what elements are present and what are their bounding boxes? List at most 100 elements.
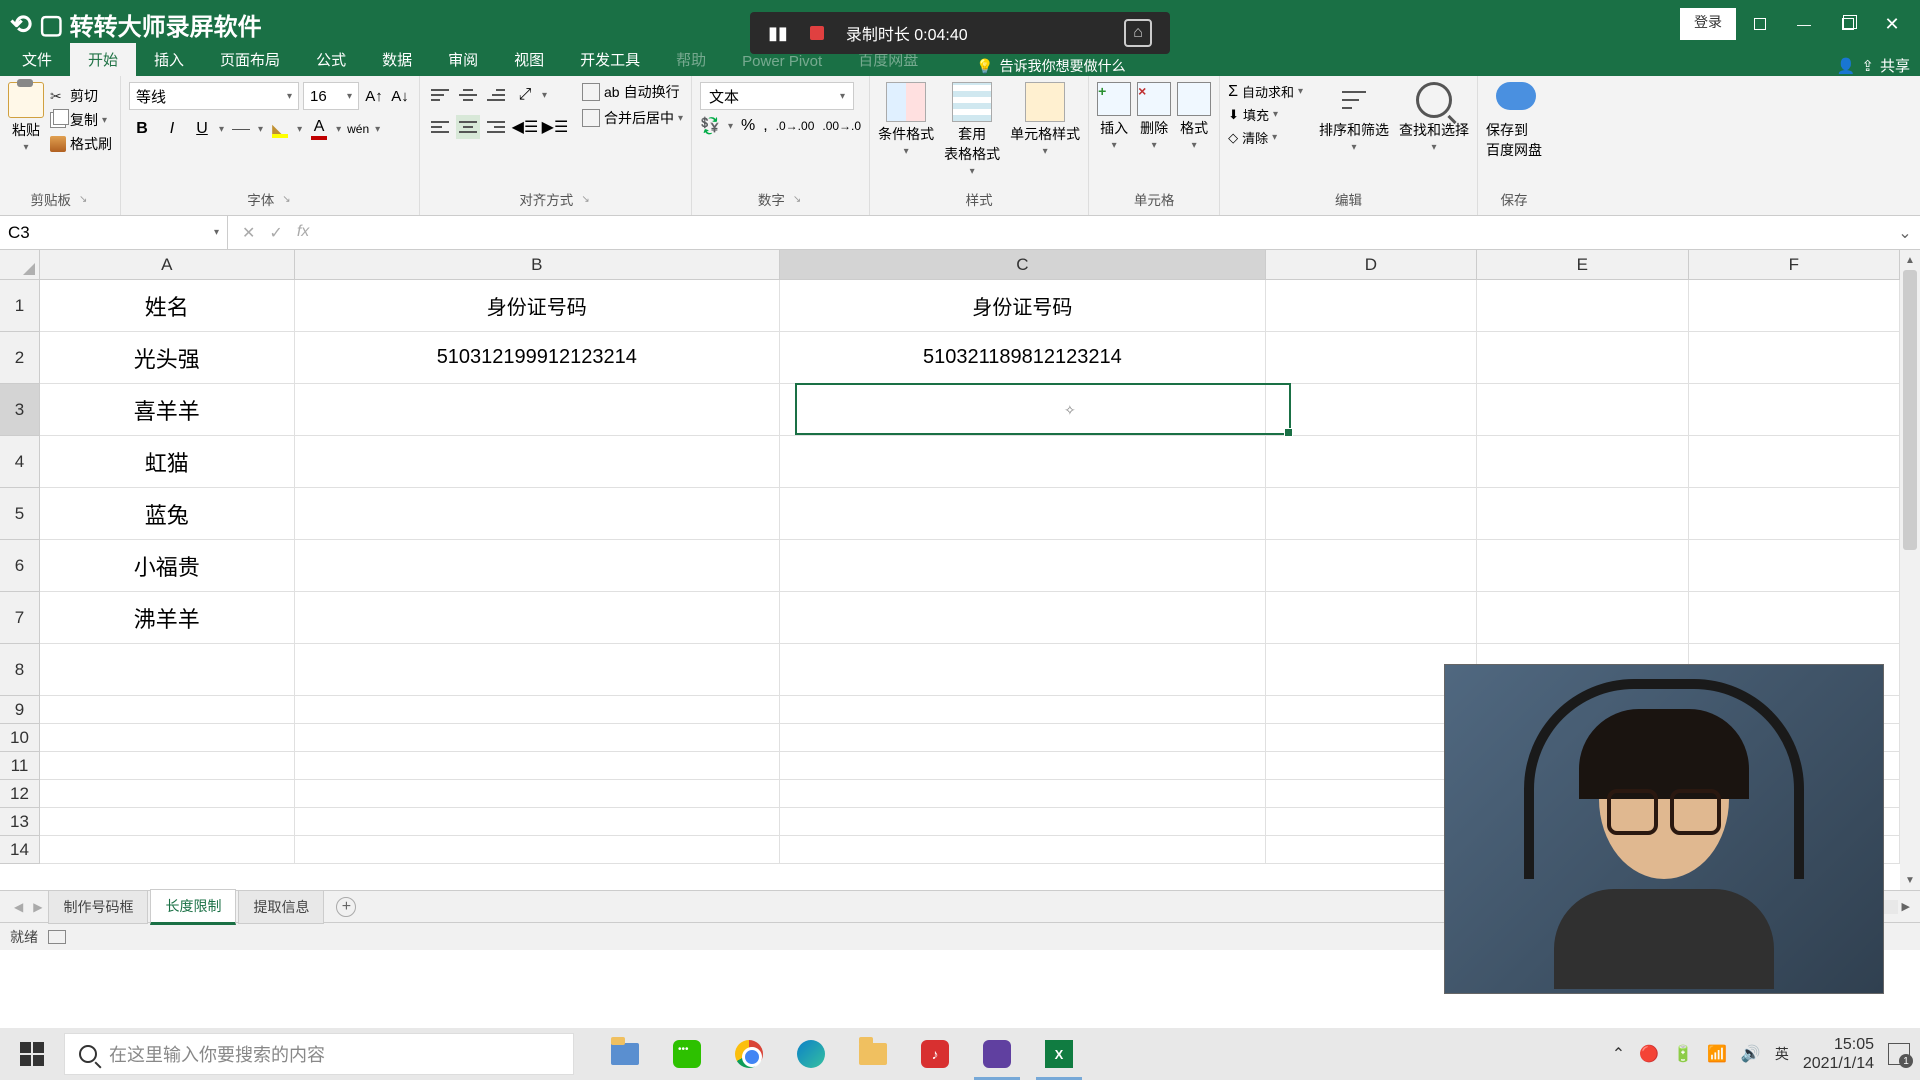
tab-insert[interactable]: 插入 (136, 43, 202, 76)
cell-C6[interactable] (780, 540, 1266, 591)
row-header-3[interactable]: 3 (0, 384, 39, 436)
cell-B4[interactable] (295, 436, 781, 487)
row-header-4[interactable]: 4 (0, 436, 39, 488)
merge-center-button[interactable]: 合并后居中▾ (582, 108, 683, 128)
align-left-button[interactable] (428, 115, 452, 139)
cut-button[interactable]: ✂剪切 (50, 86, 112, 106)
fill-color-button[interactable]: ◣ (267, 116, 293, 142)
col-header-B[interactable]: B (295, 250, 781, 279)
cell-B12[interactable] (295, 780, 781, 807)
orientation-button[interactable]: ⤢ (512, 82, 538, 108)
notification-icon[interactable] (1888, 1043, 1910, 1065)
maximize-button[interactable] (1828, 8, 1868, 40)
row-header-1[interactable]: 1 (0, 280, 39, 332)
row-header-14[interactable]: 14 (0, 836, 39, 864)
cell-C5[interactable] (780, 488, 1266, 539)
increase-font-button[interactable]: A↑ (363, 82, 385, 110)
cell-D1[interactable] (1266, 280, 1477, 331)
cell-F5[interactable] (1689, 488, 1900, 539)
tab-review[interactable]: 审阅 (430, 43, 496, 76)
font-dialog-launcher[interactable]: ↘ (280, 192, 292, 207)
row-header-7[interactable]: 7 (0, 592, 39, 644)
row-header-11[interactable]: 11 (0, 752, 39, 780)
sheet-tab-1[interactable]: 制作号码框 (48, 890, 148, 924)
format-table-button[interactable]: 套用 表格格式▾ (944, 82, 1000, 187)
sheet-tab-2[interactable]: 长度限制 (150, 889, 236, 925)
accounting-format-button[interactable]: 💱 (700, 116, 720, 136)
cell-E7[interactable] (1477, 592, 1688, 643)
cell-B1[interactable]: 身份证号码 (295, 280, 781, 331)
cell-D2[interactable] (1266, 332, 1477, 383)
cell-A8[interactable] (40, 644, 295, 695)
cell-A1[interactable]: 姓名 (40, 280, 295, 331)
cell-styles-button[interactable]: 单元格样式▾ (1010, 82, 1080, 187)
wechat-taskbar[interactable] (656, 1028, 718, 1080)
row-header-5[interactable]: 5 (0, 488, 39, 540)
font-size-select[interactable]: 16▾ (303, 82, 359, 110)
vertical-scrollbar[interactable]: ▲ ▼ (1900, 250, 1920, 890)
cell-D5[interactable] (1266, 488, 1477, 539)
login-button[interactable]: 登录 (1680, 8, 1736, 40)
cell-A10[interactable] (40, 724, 295, 751)
chrome-taskbar[interactable] (718, 1028, 780, 1080)
tab-formulas[interactable]: 公式 (298, 43, 364, 76)
cell-D3[interactable] (1266, 384, 1477, 435)
percent-format-button[interactable]: % (741, 117, 755, 135)
taskbar-search[interactable]: 在这里输入你要搜索的内容 (64, 1033, 574, 1075)
cell-E5[interactable] (1477, 488, 1688, 539)
save-baidu-button[interactable]: 保存到 百度网盘 (1486, 82, 1542, 187)
share-button[interactable]: 👤 ⇪ 共享 (1837, 55, 1910, 76)
cell-D6[interactable] (1266, 540, 1477, 591)
sheet-nav-prev[interactable]: ◀ (10, 900, 27, 914)
cell-A12[interactable] (40, 780, 295, 807)
cell-D7[interactable] (1266, 592, 1477, 643)
tab-file[interactable]: 文件 (4, 43, 70, 76)
clear-button[interactable]: ◇清除▾ (1228, 128, 1303, 147)
number-dialog-launcher[interactable]: ↘ (791, 192, 803, 207)
macro-record-icon[interactable] (48, 930, 66, 944)
close-button[interactable]: ✕ (1872, 8, 1912, 40)
tab-view[interactable]: 视图 (496, 43, 562, 76)
cell-B8[interactable] (295, 644, 781, 695)
hscroll-right[interactable]: ▶ (1902, 900, 1910, 913)
bold-button[interactable]: B (129, 116, 155, 142)
row-header-8[interactable]: 8 (0, 644, 39, 696)
tray-chevron-icon[interactable]: ⌃ (1612, 1044, 1625, 1064)
cell-C12[interactable] (780, 780, 1266, 807)
tray-app-icon[interactable]: 🔴 (1639, 1044, 1659, 1064)
conditional-format-button[interactable]: 条件格式▾ (878, 82, 934, 187)
tab-layout[interactable]: 页面布局 (202, 43, 298, 76)
font-name-select[interactable]: 等线▾ (129, 82, 299, 110)
cell-F3[interactable] (1689, 384, 1900, 435)
cell-B14[interactable] (295, 836, 781, 863)
insert-cells-button[interactable]: 插入▾ (1097, 82, 1131, 187)
sort-filter-button[interactable]: 排序和筛选▾ (1319, 82, 1389, 187)
scroll-down-icon[interactable]: ▼ (1900, 870, 1920, 890)
cell-C1[interactable]: 身份证号码 (780, 280, 1266, 331)
find-select-button[interactable]: 查找和选择▾ (1399, 82, 1469, 187)
fx-icon[interactable]: fx (297, 223, 309, 243)
underline-button[interactable]: U (189, 116, 215, 142)
battery-icon[interactable]: 🔋 (1673, 1044, 1693, 1064)
col-header-E[interactable]: E (1477, 250, 1688, 279)
row-header-6[interactable]: 6 (0, 540, 39, 592)
cell-F2[interactable] (1689, 332, 1900, 383)
cell-E4[interactable] (1477, 436, 1688, 487)
decrease-decimal-button[interactable]: .00→.0 (822, 119, 861, 133)
copy-button[interactable]: 复制▾ (50, 110, 112, 130)
cell-F6[interactable] (1689, 540, 1900, 591)
start-button[interactable] (0, 1028, 64, 1080)
pause-icon[interactable]: ▮▮ (768, 23, 788, 44)
cell-B2[interactable]: 510312199912123214 (295, 332, 781, 383)
minimize-button[interactable]: — (1784, 8, 1824, 40)
home-icon[interactable]: ⌂ (1124, 19, 1152, 47)
edge-taskbar[interactable] (780, 1028, 842, 1080)
enter-icon[interactable]: ✓ (269, 223, 282, 243)
cell-E3[interactable] (1477, 384, 1688, 435)
cell-A14[interactable] (40, 836, 295, 863)
col-header-F[interactable]: F (1689, 250, 1900, 279)
decrease-font-button[interactable]: A↓ (389, 82, 411, 110)
cell-A6[interactable]: 小福贵 (40, 540, 295, 591)
cell-F1[interactable] (1689, 280, 1900, 331)
align-top-button[interactable] (428, 83, 452, 107)
